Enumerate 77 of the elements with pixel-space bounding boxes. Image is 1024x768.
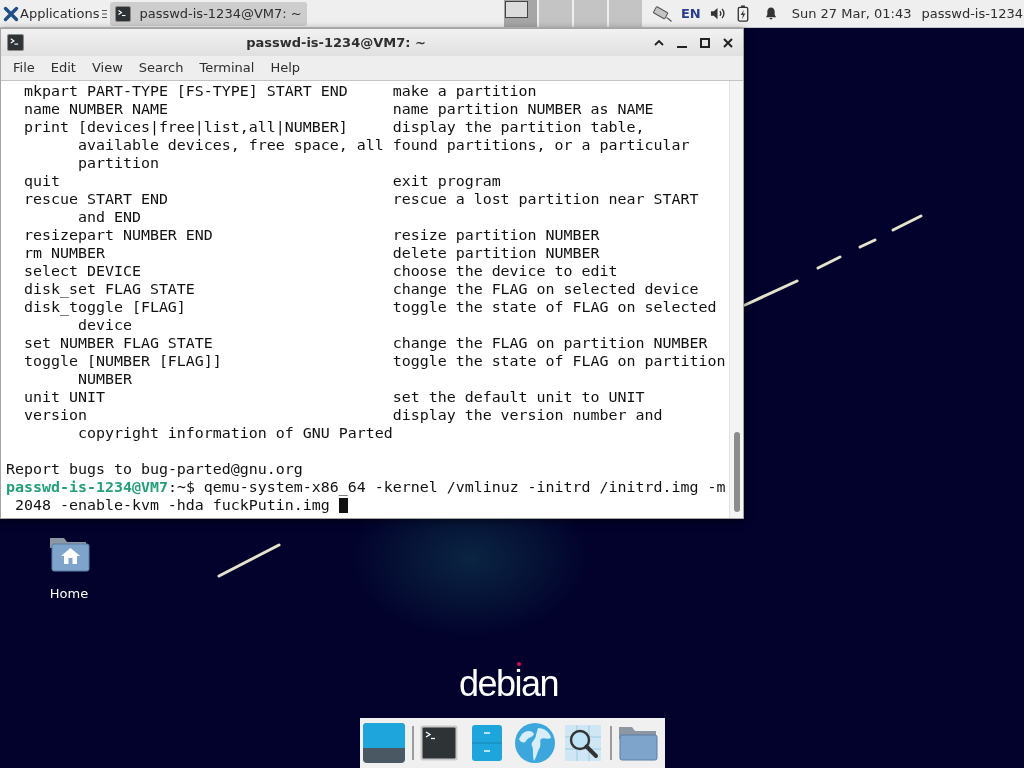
description-text: toggle the state of FLAG on selected [392, 298, 717, 316]
text-cursor-icon [338, 497, 348, 513]
description-text: found partitions, or a particular [392, 136, 690, 154]
scrollbar[interactable] [729, 81, 743, 518]
terminal-icon[interactable] [7, 34, 24, 51]
command-text: and END [77, 208, 141, 226]
command-text: quit [24, 172, 60, 190]
bell-icon[interactable] [763, 6, 778, 21]
close-icon [723, 37, 733, 48]
terminal-icon [115, 5, 132, 22]
description-text: resize partition NUMBER [392, 226, 600, 244]
menu-item[interactable]: File [5, 56, 43, 80]
magnifier-icon[interactable] [565, 725, 601, 761]
command-text: NUMBER [77, 370, 132, 388]
x-logo-icon [3, 5, 19, 22]
command-text: partition [77, 154, 159, 172]
command-text: set NUMBER FLAG STATE [24, 334, 213, 352]
menu-item[interactable]: Help [262, 56, 309, 80]
wallpaper-streak [858, 238, 877, 249]
command-text: 2048 -enable-kvm -hda fuckPutin.img [15, 496, 330, 514]
prompt-line: passwd-is-1234@VM7:~$ qemu-system-x86_64 -kernel /vmlinuz -initrd /initrd.img -m [6, 478, 727, 496]
description-text: change the FLAG on partition NUMBER [392, 334, 708, 352]
folder-icon[interactable] [618, 725, 658, 761]
keyboard-layout-indicator[interactable]: EN [680, 3, 701, 24]
wallpaper-streak [217, 543, 281, 578]
menu-item[interactable]: Terminal [191, 56, 263, 80]
terminal-icon[interactable] [420, 725, 458, 761]
description-text: delete partition NUMBER [392, 244, 600, 262]
command-text: mkpart PART-TYPE [FS-TYPE] START END [24, 82, 348, 100]
icon-label[interactable]: Home [49, 584, 89, 604]
window-thumbnail-icon [504, 1, 528, 18]
command-text: disk_toggle [FLAG] [24, 298, 186, 316]
description-text: toggle the state of FLAG on partition [392, 352, 726, 370]
task-button[interactable]: passwd-is-1234@VM7: ~ [110, 1, 308, 26]
command-text: unit UNIT [24, 388, 105, 406]
show-desktop-icon[interactable] [363, 723, 405, 763]
maximize-icon [700, 37, 710, 48]
description-text: rescue a lost partition near START [392, 190, 699, 208]
clock[interactable]: Sun 27 Mar, 01:43 [791, 3, 912, 24]
scrollbar-thumb[interactable] [733, 432, 740, 512]
command-text: available devices, free space, all [77, 136, 384, 154]
description-text: exit program [392, 172, 501, 190]
applications-menu[interactable]: Applications [0, 0, 100, 27]
command-text: version [24, 406, 87, 424]
window-title: passwd-is-1234@VM7: ~ [246, 33, 426, 52]
description-text: set the default unit to UNIT [392, 388, 645, 406]
logo-wordmark: debian [459, 666, 559, 702]
menu-item[interactable]: View [83, 56, 131, 80]
description-text: change the FLAG on selected device [392, 280, 699, 298]
command-text: rm NUMBER [24, 244, 105, 262]
user-menu[interactable]: passwd-is-1234 [921, 3, 1024, 24]
command-text: copyright information of GNU Parted [77, 424, 393, 442]
command-text: disk_set FLAG STATE [24, 280, 195, 298]
handle-icon[interactable] [102, 9, 108, 18]
battery-icon[interactable] [736, 5, 749, 22]
speaker-icon[interactable] [709, 6, 725, 21]
description-text: choose the device to edit [392, 262, 618, 280]
command-text: device [77, 316, 132, 334]
menu-item[interactable]: Edit [42, 56, 84, 80]
minimize-icon [677, 45, 687, 48]
description-text: display the version number and [392, 406, 663, 424]
wallpaper-streak [743, 279, 799, 307]
wallpaper-streak [891, 214, 923, 232]
menu-item[interactable]: Search [130, 56, 192, 80]
command-text: toggle [NUMBER [FLAG]] [24, 352, 222, 370]
chevron-up-icon [654, 39, 664, 46]
command-text: select DEVICE [24, 262, 141, 280]
command-text: rescue START END [24, 190, 168, 208]
command-text: name NUMBER NAME [24, 100, 168, 118]
command-text: print [devices|free|list,all|NUMBER] [24, 118, 348, 136]
wallpaper-streak [816, 255, 842, 270]
workspace-button[interactable] [503, 0, 537, 27]
description-text: name partition NUMBER as NAME [392, 100, 654, 118]
command-text: resizepart NUMBER END [24, 226, 213, 244]
description-text: display the partition table, [392, 118, 645, 136]
description-text: make a partition [392, 82, 537, 100]
output-text: Report bugs to bug-parted@gnu.org [6, 460, 303, 478]
